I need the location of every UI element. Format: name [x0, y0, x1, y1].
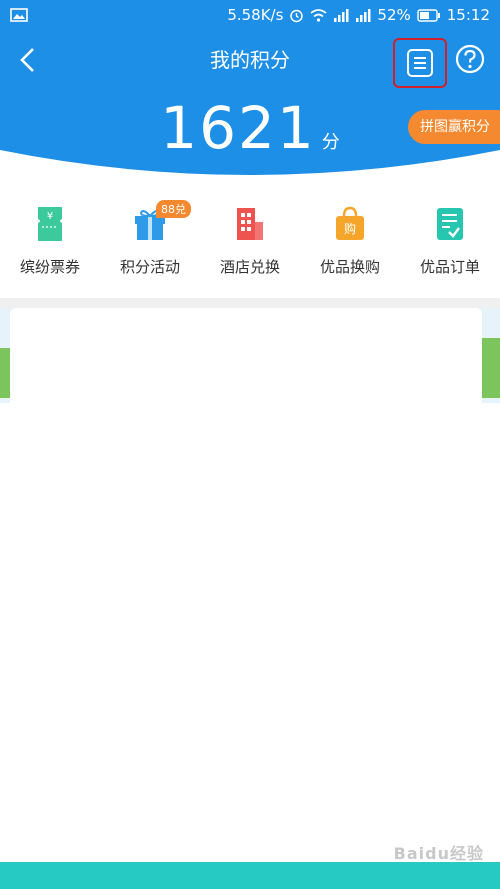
quick-item-tickets[interactable]: ¥ 缤纷票券: [0, 196, 100, 286]
hotel-icon: [230, 202, 270, 246]
points-unit: 分: [321, 132, 340, 153]
shopping-bag-icon: 购: [330, 202, 370, 246]
status-bar: 5.58K/s 52% 15:12: [0, 0, 500, 30]
quick-label: 积分活动: [119, 258, 180, 276]
network-speed: 5.58K/s: [227, 6, 284, 24]
image-icon: [10, 8, 28, 22]
bottom-bar: [0, 862, 500, 889]
popup-panel: [10, 308, 482, 889]
points-banner: 1621 分 拼图赢积分: [0, 90, 500, 180]
menu-button[interactable]: [393, 38, 447, 88]
help-button[interactable]: [454, 43, 486, 75]
battery-percent: 52%: [377, 6, 411, 24]
points-value: 1621: [160, 94, 316, 162]
section-divider: [0, 298, 500, 308]
puzzle-win-points-button[interactable]: 拼图赢积分: [408, 110, 500, 144]
status-right: 5.58K/s 52% 15:12: [227, 6, 490, 24]
quick-item-shopping[interactable]: 购 优品换购: [300, 196, 400, 286]
svg-text:¥: ¥: [47, 211, 53, 222]
clock-time: 15:12: [446, 6, 490, 24]
question-circle-icon: [455, 44, 485, 74]
quick-item-orders[interactable]: 优品订单: [400, 196, 500, 286]
status-left: [10, 8, 28, 22]
order-list-icon: [430, 202, 470, 246]
shopping-bag-glyph: 购: [344, 221, 356, 236]
ticket-icon: ¥: [30, 202, 70, 246]
wifi-icon: [310, 8, 327, 22]
alarm-icon: [289, 8, 304, 23]
quick-label: 优品换购: [319, 258, 380, 276]
quick-label: 优品订单: [419, 258, 480, 276]
points-badge: 88兑: [156, 200, 191, 218]
signal-icon-2: [355, 8, 371, 22]
quick-item-points-activity[interactable]: 88兑 积分活动: [100, 196, 200, 286]
quick-item-hotel[interactable]: 酒店兑换: [200, 196, 300, 286]
list-icon: [407, 49, 433, 77]
quick-menu: ¥ 缤纷票券 88兑 积分活动 酒店兑换 购 优品换购 优品订单: [0, 196, 500, 286]
signal-icon: [333, 8, 349, 22]
battery-icon: [417, 8, 441, 22]
watermark: Baidu经验: [393, 844, 484, 863]
quick-label: 缤纷票券: [19, 258, 80, 276]
quick-label: 酒店兑换: [219, 258, 280, 276]
title-bar: 我的积分: [0, 30, 500, 90]
